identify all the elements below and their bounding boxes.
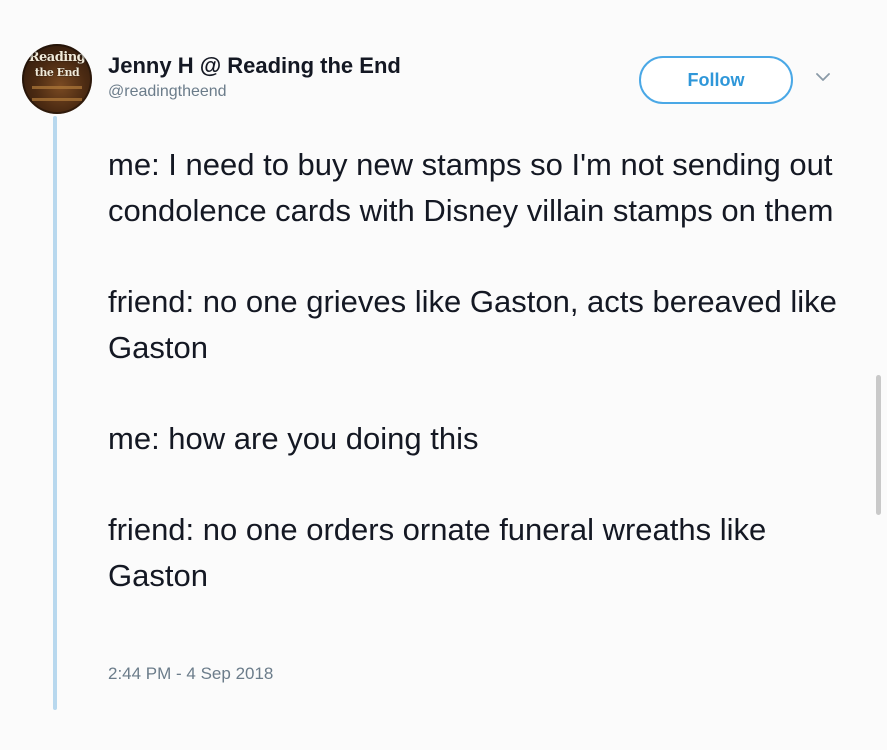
tweet-header: Jenny H @ Reading the End @readingtheend — [108, 52, 401, 102]
tweet-paragraph: friend: no one grieves like Gaston, acts… — [108, 284, 837, 365]
tweet-timestamp[interactable]: 2:44 PM - 4 Sep 2018 — [108, 664, 273, 684]
follow-button[interactable]: Follow — [639, 56, 793, 104]
chevron-down-icon[interactable] — [816, 72, 830, 82]
author-display-name[interactable]: Jenny H @ Reading the End — [108, 52, 401, 80]
tweet-text: me: I need to buy new stamps so I'm not … — [108, 142, 848, 599]
tweet-paragraph: me: I need to buy new stamps so I'm not … — [108, 147, 834, 228]
avatar-ring — [22, 44, 92, 114]
tweet-card: Reading the End Jenny H @ Reading the En… — [0, 0, 887, 750]
scrollbar[interactable] — [876, 375, 881, 515]
avatar[interactable]: Reading the End — [22, 44, 92, 114]
tweet-paragraph: friend: no one orders ornate funeral wre… — [108, 512, 767, 593]
thread-line — [53, 116, 57, 710]
author-handle[interactable]: @readingtheend — [108, 82, 401, 102]
tweet-paragraph: me: how are you doing this — [108, 421, 479, 456]
